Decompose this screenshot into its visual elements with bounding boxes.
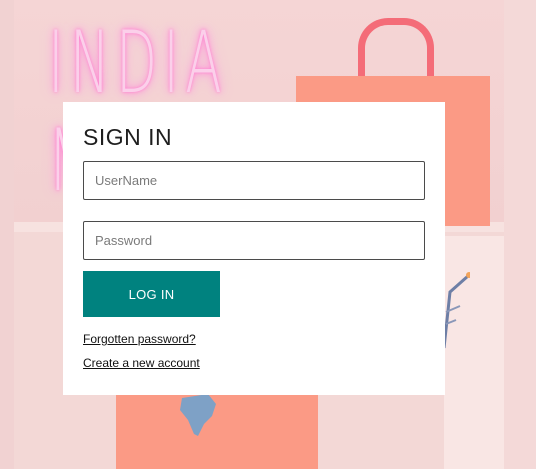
- signin-title: SIGN IN: [83, 124, 173, 150]
- password-input[interactable]: [83, 221, 425, 260]
- login-button[interactable]: LOG IN: [83, 271, 220, 317]
- background-box: [444, 236, 504, 469]
- create-account-link[interactable]: Create a new account: [83, 356, 200, 370]
- background-right-edge: [504, 0, 536, 469]
- background-left-edge: [0, 0, 14, 469]
- username-input[interactable]: [83, 161, 425, 200]
- map-shape-icon: [180, 394, 216, 436]
- shopping-bag-front: [116, 390, 318, 469]
- neon-sign-text: INDIA: [48, 13, 228, 113]
- forgot-password-link[interactable]: Forgotten password?: [83, 332, 196, 346]
- signin-card: SIGN IN LOG IN Forgotten password? Creat…: [63, 102, 445, 395]
